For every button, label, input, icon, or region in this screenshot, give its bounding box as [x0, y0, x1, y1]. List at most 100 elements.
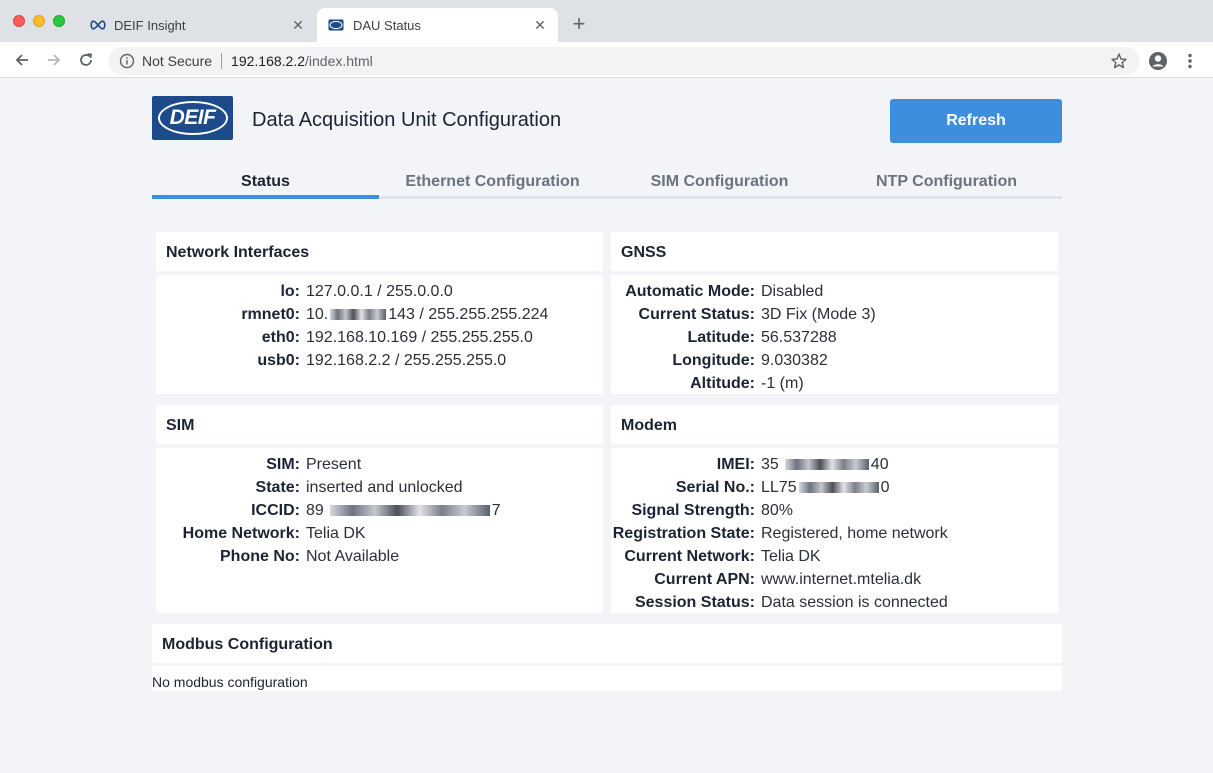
value-suffix: 143 / 255.255.255.224 — [388, 306, 549, 323]
field-value: Disabled — [761, 283, 824, 300]
info-row: Automatic Mode: Disabled — [611, 283, 1058, 306]
deif-favicon-icon — [328, 18, 346, 32]
minimize-window-button[interactable] — [33, 15, 45, 27]
panel-body: Automatic Mode: Disabled Current Status:… — [611, 275, 1058, 394]
sim-panel: SIM SIM: Present State: inserted and unl… — [156, 405, 603, 613]
divider — [221, 53, 223, 69]
field-value: 35 40 — [761, 456, 889, 474]
field-value: LL75 0 — [761, 479, 890, 497]
value-prefix: 89 — [306, 502, 324, 519]
redacted-value — [330, 309, 387, 321]
info-icon[interactable] — [119, 53, 135, 69]
page-content: DEIF Data Acquisition Unit Configuration… — [0, 79, 1213, 773]
redacted-value — [329, 505, 490, 517]
redacted-value — [798, 482, 879, 494]
panel-body: lo: 127.0.0.1 / 255.0.0.0 rmnet0: 10. 143… — [156, 275, 603, 394]
panel-title: Network Interfaces — [156, 232, 603, 271]
logo-text: DEIF — [169, 106, 216, 129]
more-menu-icon[interactable] — [1179, 50, 1201, 72]
security-status: Not Secure — [142, 53, 213, 69]
field-label: SIM: — [266, 456, 300, 473]
browser-tab-strip: DEIF Insight ✕ DAU Status ✕ + — [0, 0, 1213, 42]
tab-sim-configuration[interactable]: SIM Configuration — [606, 173, 833, 196]
field-value: 80% — [761, 502, 794, 519]
zoom-window-button[interactable] — [53, 15, 65, 27]
tab-label: DEIF Insight — [114, 17, 186, 33]
info-row: Current Network: Telia DK — [611, 548, 1058, 571]
panel-body: SIM: Present State: inserted and unlocke… — [156, 448, 603, 613]
tab-ntp-configuration[interactable]: NTP Configuration — [833, 173, 1060, 196]
field-label: Serial No.: — [675, 479, 755, 496]
url-path: /index.html — [305, 53, 373, 69]
modbus-panel-title: Modbus Configuration — [152, 624, 1062, 663]
field-value: 89 7 — [306, 502, 501, 520]
field-label: Signal Strength: — [631, 502, 755, 519]
info-row: Registration State: Registered, home net… — [611, 525, 1058, 548]
refresh-button[interactable]: Refresh — [890, 99, 1062, 143]
close-tab-icon[interactable]: ✕ — [532, 17, 548, 33]
field-value: Telia DK — [761, 548, 821, 565]
info-row: SIM: Present — [156, 456, 603, 479]
info-row: Current Status: 3D Fix (Mode 3) — [611, 306, 1058, 329]
field-value: www.internet.mtelia.dk — [761, 571, 922, 588]
info-row: ICCID: 89 7 — [156, 502, 603, 525]
info-row: eth0: 192.168.10.169 / 255.255.255.0 — [156, 329, 603, 352]
panel-body: IMEI: 35 40 Serial No.: LL75 0 Signal Stre… — [611, 448, 1058, 613]
field-label: rmnet0: — [241, 306, 300, 323]
active-tab-indicator — [152, 195, 379, 199]
back-arrow-icon[interactable] — [11, 49, 33, 71]
field-label: eth0: — [261, 329, 300, 346]
value-suffix: 7 — [491, 502, 501, 519]
tab-ethernet-configuration[interactable]: Ethernet Configuration — [379, 173, 606, 196]
bookmark-star-icon[interactable] — [1110, 52, 1128, 70]
info-row: usb0: 192.168.2.2 / 255.255.255.0 — [156, 352, 603, 375]
network-interfaces-panel: Network Interfaces lo: 127.0.0.1 / 255.0… — [156, 232, 603, 394]
browser-tab-deif-insight[interactable]: DEIF Insight ✕ — [78, 8, 316, 42]
field-label: State: — [255, 479, 300, 496]
account-icon[interactable] — [1147, 50, 1169, 72]
field-value: 192.168.10.169 / 255.255.255.0 — [306, 329, 533, 346]
value-prefix: 35 — [761, 456, 779, 473]
panel-title: Modem — [611, 405, 1058, 444]
field-value: 10. 143 / 255.255.255.224 — [306, 306, 548, 324]
field-value: Telia DK — [306, 525, 366, 542]
tab-status[interactable]: Status — [152, 173, 379, 196]
panel-title: SIM — [156, 405, 603, 444]
field-label: Session Status: — [634, 594, 755, 611]
field-label: ICCID: — [251, 502, 300, 519]
browser-toolbar: Not Secure 192.168.2.2/index.html — [0, 42, 1213, 78]
redacted-value — [784, 459, 869, 471]
modbus-message: No modbus configuration — [152, 666, 1062, 691]
field-value: 56.537288 — [761, 329, 837, 346]
field-label: lo: — [280, 283, 300, 300]
info-row: Serial No.: LL75 0 — [611, 479, 1058, 502]
config-tabs: Status Ethernet Configuration SIM Config… — [152, 173, 1062, 199]
close-window-button[interactable] — [13, 15, 25, 27]
value-prefix: 10. — [306, 306, 329, 323]
field-label: Automatic Mode: — [625, 283, 755, 300]
field-label: Current Network: — [624, 548, 755, 565]
field-label: Phone No: — [220, 548, 300, 565]
field-label: Registration State: — [612, 525, 755, 542]
field-value: Present — [306, 456, 362, 473]
info-row: Home Network: Telia DK — [156, 525, 603, 548]
info-row: Session Status: Data session is connecte… — [611, 594, 1058, 617]
forward-arrow-icon[interactable] — [43, 49, 65, 71]
info-row: Current APN: www.internet.mtelia.dk — [611, 571, 1058, 594]
field-label: Home Network: — [182, 525, 300, 542]
field-value: 9.030382 — [761, 352, 828, 369]
panel-title: GNSS — [611, 232, 1058, 271]
field-label: Current APN: — [654, 571, 755, 588]
field-value: 3D Fix (Mode 3) — [761, 306, 876, 323]
info-row: Altitude: -1 (m) — [611, 375, 1058, 398]
reload-icon[interactable] — [75, 49, 97, 71]
info-row: Phone No: Not Available — [156, 548, 603, 571]
new-tab-icon[interactable]: + — [568, 13, 590, 35]
info-row: rmnet0: 10. 143 / 255.255.255.224 — [156, 306, 603, 329]
info-row: Latitude: 56.537288 — [611, 329, 1058, 352]
value-suffix: 0 — [880, 479, 890, 496]
gnss-panel: GNSS Automatic Mode: Disabled Current St… — [611, 232, 1058, 394]
close-tab-icon[interactable]: ✕ — [290, 17, 306, 33]
address-bar[interactable]: Not Secure 192.168.2.2/index.html — [108, 47, 1140, 75]
browser-tab-dau-status[interactable]: DAU Status ✕ — [317, 8, 558, 42]
